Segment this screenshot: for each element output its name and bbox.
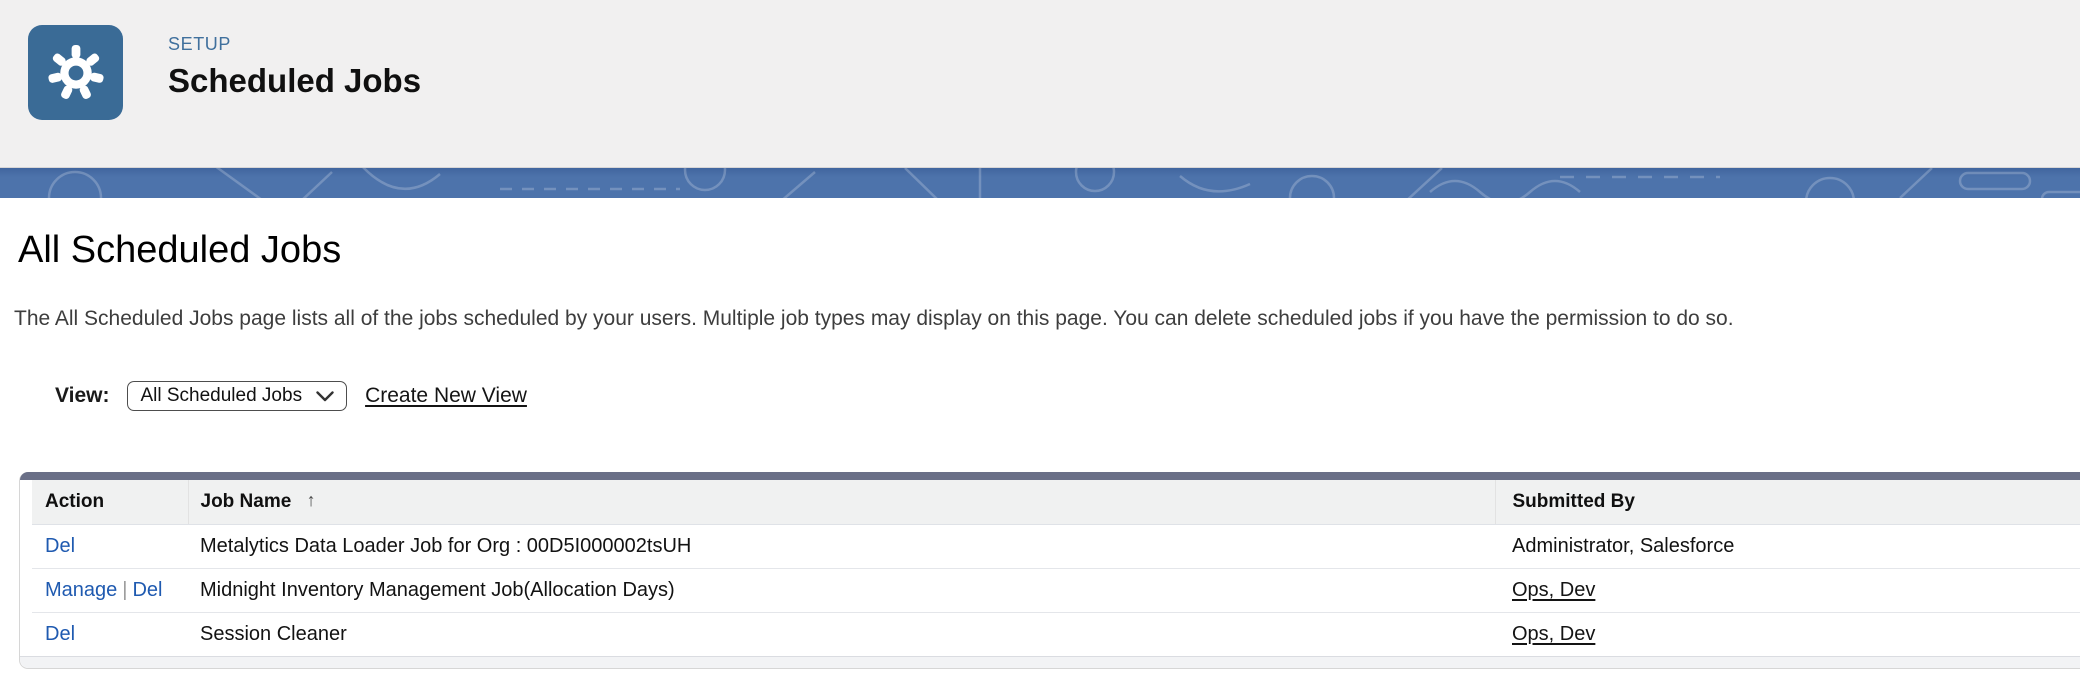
manage-action-link[interactable]: Manage bbox=[45, 579, 117, 601]
column-header-action-label: Action bbox=[45, 491, 104, 512]
view-controls: View: All Scheduled Jobs Create New View bbox=[55, 381, 2080, 411]
setup-breadcrumb-label: SETUP bbox=[168, 34, 421, 55]
view-select-dropdown[interactable]: All Scheduled Jobs bbox=[127, 381, 347, 411]
page-title: Scheduled Jobs bbox=[168, 62, 421, 100]
gear-icon bbox=[48, 45, 104, 101]
del-action-link[interactable]: Del bbox=[45, 535, 75, 557]
column-header-action[interactable]: Action bbox=[32, 480, 188, 524]
action-separator: | bbox=[122, 579, 127, 601]
banner-pattern bbox=[0, 168, 2080, 198]
create-new-view-link[interactable]: Create New View bbox=[365, 384, 527, 408]
chevron-down-icon bbox=[316, 391, 334, 402]
column-header-submitted-by[interactable]: Submitted By bbox=[1495, 480, 2080, 524]
action-cell: Del bbox=[32, 524, 188, 568]
sort-ascending-icon: ↑ bbox=[307, 490, 316, 511]
submitted-by-cell: Administrator, Salesforce bbox=[1495, 524, 2080, 568]
page-description: The All Scheduled Jobs page lists all of… bbox=[14, 307, 2080, 331]
submitted-by-link[interactable]: Ops, Dev bbox=[1512, 623, 1595, 645]
header-titles: SETUP Scheduled Jobs bbox=[168, 34, 421, 100]
table-row: Manage|DelMidnight Inventory Management … bbox=[32, 568, 2080, 612]
page-heading: All Scheduled Jobs bbox=[18, 230, 2080, 271]
view-label: View: bbox=[55, 384, 109, 408]
decorative-banner bbox=[0, 168, 2080, 198]
main-content: All Scheduled Jobs The All Scheduled Job… bbox=[0, 230, 2080, 669]
view-select-value: All Scheduled Jobs bbox=[140, 385, 302, 407]
table-row: Del Metalytics Data Loader Job for Org : … bbox=[32, 524, 2080, 568]
action-cell: Del bbox=[32, 612, 188, 656]
job-name-cell: Metalytics Data Loader Job for Org : 00D… bbox=[188, 524, 1495, 568]
setup-icon-tile bbox=[28, 25, 123, 120]
table-body: Del Metalytics Data Loader Job for Org : … bbox=[32, 524, 2080, 656]
column-header-job-name-label: Job Name bbox=[201, 491, 292, 512]
column-header-job-name[interactable]: Job Name ↑ bbox=[188, 480, 1495, 524]
column-header-submitted-by-label: Submitted By bbox=[1513, 491, 1635, 512]
del-action-link[interactable]: Del bbox=[132, 579, 162, 601]
submitted-by-link[interactable]: Ops, Dev bbox=[1512, 579, 1595, 601]
submitted-by-cell: Ops, Dev bbox=[1495, 568, 2080, 612]
setup-header: SETUP Scheduled Jobs bbox=[0, 0, 2080, 168]
table-header-row: Action Job Name ↑ Submitted By bbox=[32, 480, 2080, 524]
action-cell: Manage|Del bbox=[32, 568, 188, 612]
table-inner: Action Job Name ↑ Submitted By Del Metaly… bbox=[20, 480, 2080, 656]
scheduled-jobs-page: { "header": { "setup_label": "SETUP", "t… bbox=[0, 0, 2080, 689]
scheduled-jobs-table: Action Job Name ↑ Submitted By Del Metaly… bbox=[19, 472, 2080, 669]
table-row: Del Session Cleaner Ops, Dev bbox=[32, 612, 2080, 656]
submitted-by-cell: Ops, Dev bbox=[1495, 612, 2080, 656]
job-name-cell: Session Cleaner bbox=[188, 612, 1495, 656]
del-action-link[interactable]: Del bbox=[45, 623, 75, 645]
table-footer bbox=[20, 656, 2080, 668]
table-top-bar bbox=[20, 472, 2080, 480]
job-name-cell: Midnight Inventory Management Job(Alloca… bbox=[188, 568, 1495, 612]
submitted-by-text: Administrator, Salesforce bbox=[1512, 535, 1734, 557]
